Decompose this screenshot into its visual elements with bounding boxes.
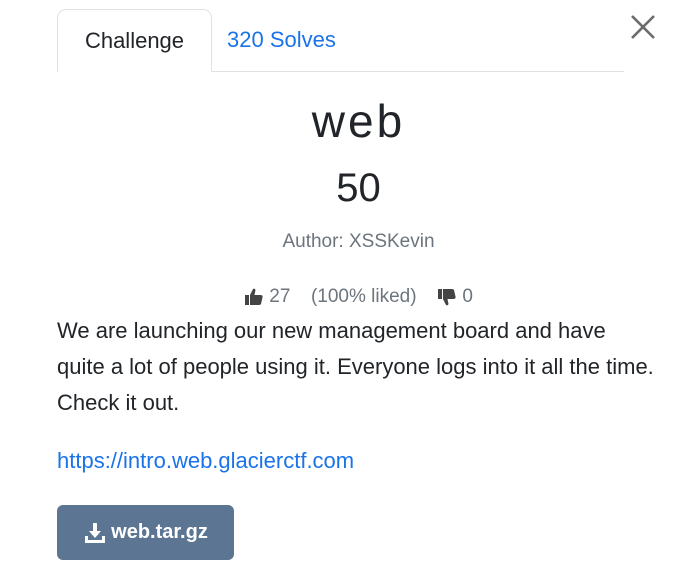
- challenge-points: 50: [336, 166, 381, 210]
- challenge-description: We are launching our new management boar…: [57, 318, 654, 415]
- like-percentage: (100% liked): [310, 286, 417, 307]
- download-button[interactable]: web.tar.gz: [57, 505, 234, 560]
- challenge-author: Author: XSSKevin: [282, 231, 435, 252]
- close-icon: [631, 15, 655, 39]
- tab-bar: Challenge 320 Solves: [57, 9, 624, 72]
- download-filename: web.tar.gz: [111, 521, 208, 543]
- tab-challenge[interactable]: Challenge: [57, 9, 212, 72]
- like-count: 27: [269, 286, 291, 307]
- thumbs-down-icon: [438, 288, 456, 306]
- thumbs-up-icon: [244, 288, 263, 305]
- close-button[interactable]: [626, 10, 660, 44]
- download-icon: [85, 522, 106, 543]
- vote-summary: 27 (100% liked) 0: [0, 286, 685, 308]
- like-button[interactable]: [244, 286, 264, 308]
- tab-solves[interactable]: 320 Solves: [227, 9, 357, 70]
- challenge-link[interactable]: https://intro.web.glacierctf.com: [57, 448, 354, 474]
- dislike-button[interactable]: [437, 286, 457, 308]
- dislike-count: 0: [462, 286, 473, 307]
- challenge-name: web: [311, 95, 406, 147]
